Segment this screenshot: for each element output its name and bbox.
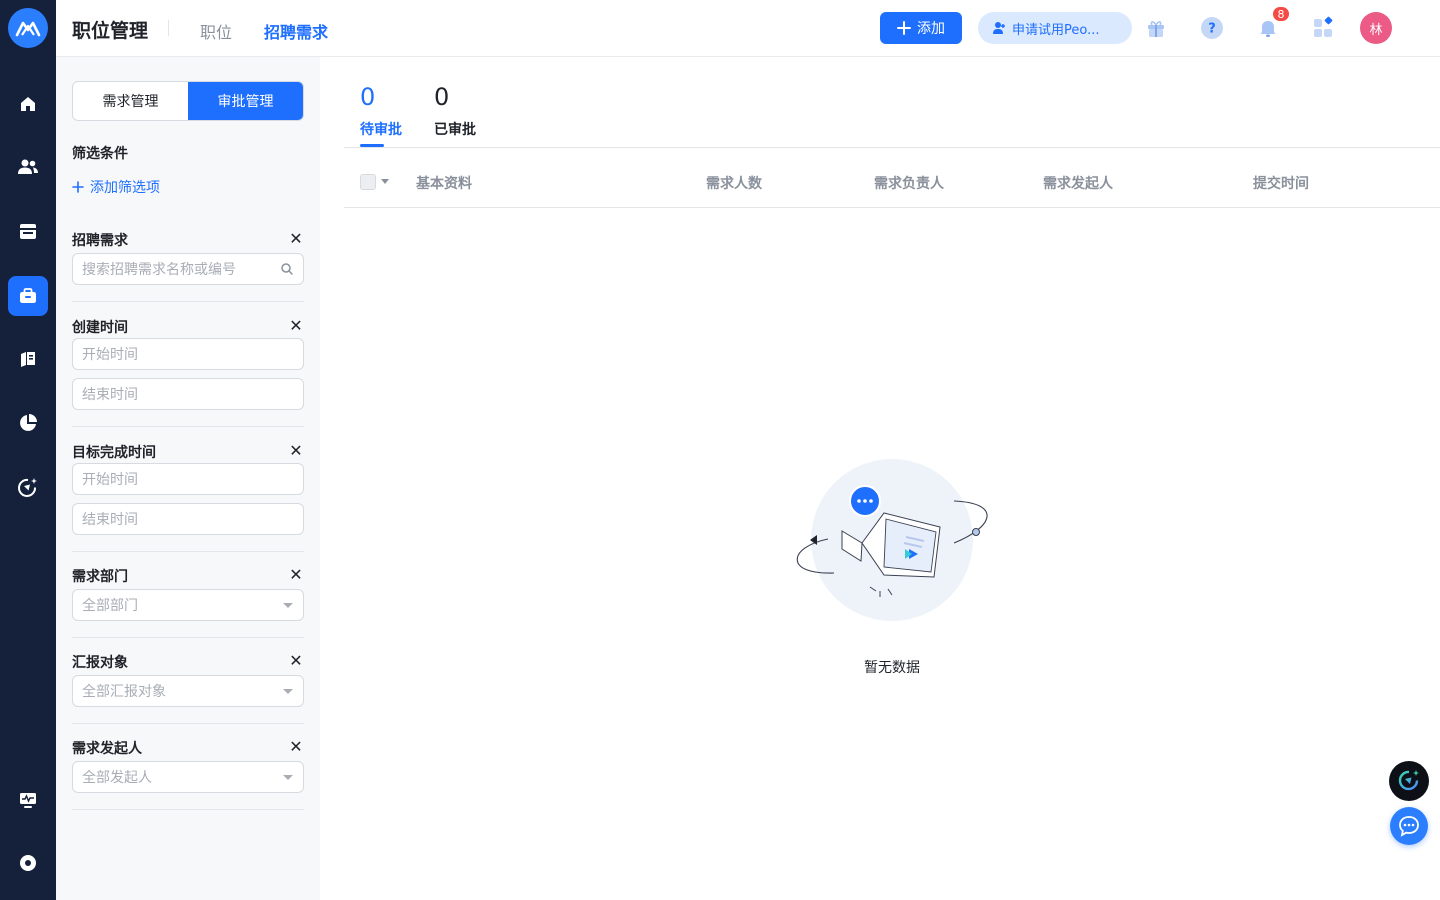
recruitment-need-search-placeholder: 搜索招聘需求名称或编号: [82, 262, 236, 278]
help-icon[interactable]: ?: [1198, 14, 1226, 42]
home-icon[interactable]: [8, 84, 48, 124]
segment-switch: 需求管理 审批管理: [72, 81, 304, 121]
close-icon[interactable]: ✕: [288, 651, 304, 670]
chevron-down-icon[interactable]: [381, 179, 389, 184]
created-end-time-input[interactable]: 结束时间: [72, 378, 304, 410]
notification-count-badge: 8: [1272, 6, 1290, 22]
ai-assistant-icon[interactable]: [1389, 761, 1429, 801]
plus-icon: [897, 21, 911, 35]
plus-icon: [72, 181, 84, 193]
user-plus-icon: [993, 22, 1005, 34]
pie-chart-icon[interactable]: [8, 403, 48, 443]
filter-separator: [72, 809, 304, 810]
department-select-placeholder: 全部部门: [82, 598, 138, 614]
page-title: 职位管理: [72, 20, 149, 42]
chevron-down-icon: [283, 603, 293, 608]
empty-state-text: 暂无数据: [864, 660, 920, 676]
approved-label: 已审批: [434, 122, 476, 138]
select-all-checkbox[interactable]: [360, 174, 376, 190]
close-icon[interactable]: ✕: [288, 316, 304, 335]
filter-separator: [72, 301, 304, 302]
filter-label-created-time: 创建时间: [72, 320, 128, 336]
users-icon[interactable]: [8, 147, 48, 187]
column-initiator: 需求发起人: [1043, 176, 1113, 192]
empty-state-illustration: [796, 459, 988, 621]
filter-label-department: 需求部门: [72, 569, 128, 585]
target-end-time-input[interactable]: 结束时间: [72, 503, 304, 535]
briefcase-icon[interactable]: [8, 276, 48, 316]
column-submit-time: 提交时间: [1253, 176, 1309, 192]
filter-label-target-time: 目标完成时间: [72, 445, 156, 461]
initiator-select[interactable]: 全部发起人: [72, 761, 304, 793]
add-filter-button[interactable]: 添加筛选项: [72, 177, 160, 197]
apps-icon[interactable]: [1310, 14, 1338, 42]
left-nav: [0, 0, 56, 900]
filter-separator: [72, 426, 304, 427]
created-start-placeholder: 开始时间: [82, 347, 138, 363]
header-divider: [168, 20, 169, 36]
department-select[interactable]: 全部部门: [72, 589, 304, 621]
filter-label-initiator: 需求发起人: [72, 741, 142, 757]
stat-pending-approval[interactable]: 0 待审批: [360, 83, 402, 139]
filter-panel: 需求管理 审批管理 筛选条件 添加筛选项 招聘需求 ✕ 搜索招聘需求名称或编号 …: [56, 57, 320, 900]
column-basic-info: 基本资料: [416, 176, 472, 192]
target-start-placeholder: 开始时间: [82, 472, 138, 488]
main-content: 0 待审批 0 已审批 基本资料 需求人数 需求负责人 需求发起人 提交时间 暂…: [320, 57, 1440, 900]
initiator-select-placeholder: 全部发起人: [82, 770, 152, 786]
trial-request-button[interactable]: 申请试用Peo...: [978, 12, 1132, 44]
recruitment-need-search-input[interactable]: 搜索招聘需求名称或编号: [72, 253, 304, 285]
trial-request-label: 申请试用Peo...: [1012, 22, 1100, 38]
search-icon: [281, 263, 293, 275]
report-to-select-placeholder: 全部汇报对象: [82, 684, 166, 700]
ai-assistant-icon[interactable]: [8, 468, 48, 508]
target-start-time-input[interactable]: 开始时间: [72, 463, 304, 495]
filter-title: 筛选条件: [72, 146, 128, 162]
chat-icon[interactable]: [1390, 807, 1428, 845]
app-logo-icon[interactable]: [8, 8, 48, 48]
report-to-select[interactable]: 全部汇报对象: [72, 675, 304, 707]
approved-count: 0: [434, 83, 450, 111]
calendar-icon[interactable]: [8, 211, 48, 251]
close-icon[interactable]: ✕: [288, 737, 304, 756]
stat-approved[interactable]: 0 已审批: [434, 83, 476, 139]
filter-label-report-to: 汇报对象: [72, 655, 128, 671]
column-headcount: 需求人数: [706, 176, 762, 192]
monitor-icon[interactable]: [8, 780, 48, 820]
column-owner: 需求负责人: [874, 176, 944, 192]
top-header: 职位管理 职位 招聘需求 添加 申请试用Peo... ? 8 林: [56, 0, 1440, 57]
chevron-down-icon: [283, 689, 293, 694]
target-end-placeholder: 结束时间: [82, 512, 138, 528]
add-button-label: 添加: [917, 21, 945, 37]
tab-positions[interactable]: 职位: [200, 19, 232, 43]
segment-approval-management[interactable]: 审批管理: [188, 82, 303, 120]
segment-demand-management[interactable]: 需求管理: [73, 82, 188, 120]
close-icon[interactable]: ✕: [288, 441, 304, 460]
book-icon[interactable]: [8, 339, 48, 379]
created-end-placeholder: 结束时间: [82, 387, 138, 403]
filter-label-recruitment-need: 招聘需求: [72, 233, 128, 249]
filter-separator: [72, 637, 304, 638]
filter-separator: [72, 551, 304, 552]
table-header: 基本资料 需求人数 需求负责人 需求发起人 提交时间: [344, 148, 1440, 208]
add-filter-label: 添加筛选项: [90, 180, 160, 196]
created-start-time-input[interactable]: 开始时间: [72, 338, 304, 370]
user-avatar[interactable]: 林: [1360, 12, 1392, 44]
tab-recruitment-needs[interactable]: 招聘需求: [264, 19, 328, 43]
filter-separator: [72, 723, 304, 724]
close-icon[interactable]: ✕: [288, 229, 304, 248]
pending-label: 待审批: [360, 122, 402, 138]
settings-dot-icon[interactable]: [8, 843, 48, 883]
add-button[interactable]: 添加: [880, 12, 962, 44]
close-icon[interactable]: ✕: [288, 565, 304, 584]
gift-icon[interactable]: [1142, 14, 1170, 42]
svg-text:?: ?: [1208, 22, 1216, 37]
chevron-down-icon: [283, 775, 293, 780]
pending-count: 0: [360, 83, 376, 111]
